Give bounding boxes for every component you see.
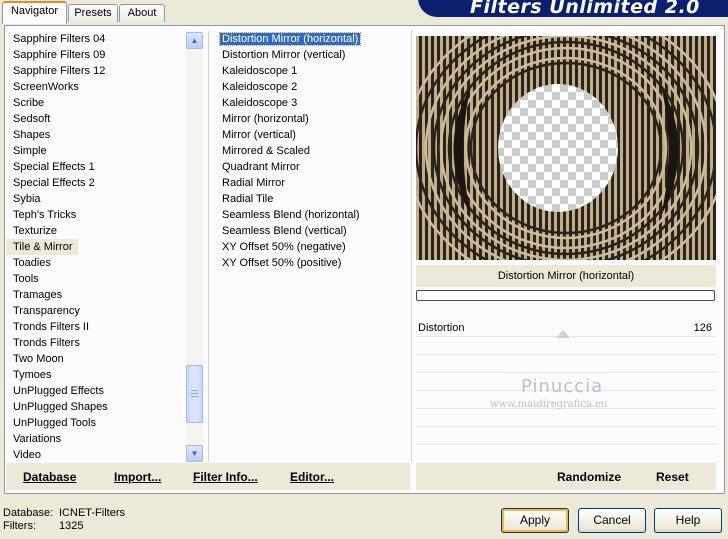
status-database-value: ICNET-Filters <box>59 507 125 519</box>
param-row-empty <box>416 428 716 445</box>
list-item[interactable]: Toadies <box>6 255 186 271</box>
scroll-down-button[interactable]: ▼ <box>186 445 203 462</box>
list-item[interactable]: Sapphire Filters 12 <box>6 63 186 79</box>
list-item[interactable]: Mirrored & Scaled <box>214 143 409 159</box>
status-filters-value: 1325 <box>59 520 84 532</box>
list-item[interactable]: Two Moon <box>6 351 186 367</box>
list-item[interactable]: UnPlugged Tools <box>6 415 186 431</box>
list-item[interactable]: Special Effects 2 <box>6 175 186 191</box>
param-label: Distortion <box>418 322 465 334</box>
status-database: Database: ICNET-Filters <box>3 507 125 519</box>
divider <box>208 31 209 462</box>
list-item[interactable]: Teph's Tricks <box>6 207 186 223</box>
filter-info-link[interactable]: Filter Info... <box>193 470 258 484</box>
list-item[interactable]: Variations <box>6 431 186 447</box>
grip-line <box>191 390 198 391</box>
list-item-selected[interactable]: Distortion Mirror (horizontal) <box>214 31 409 47</box>
category-list[interactable]: Sapphire Filters 04 Sapphire Filters 09 … <box>6 31 186 462</box>
list-item[interactable]: Scribe <box>6 95 186 111</box>
list-item[interactable]: Radial Tile <box>214 191 409 207</box>
list-item[interactable]: Kaleidoscope 2 <box>214 79 409 95</box>
distortion-preview-graphic <box>416 36 716 260</box>
list-item[interactable]: Sybia <box>6 191 186 207</box>
database-link[interactable]: Database <box>23 470 76 484</box>
list-item[interactable]: Kaleidoscope 1 <box>214 63 409 79</box>
list-item[interactable]: Tronds Filters II <box>6 319 186 335</box>
list-item[interactable]: Sapphire Filters 09 <box>6 47 186 63</box>
list-item[interactable]: Quadrant Mirror <box>214 159 409 175</box>
link-bar: Database Import... Filter Info... Editor… <box>6 463 410 490</box>
randomize-button[interactable]: Randomize <box>557 470 621 484</box>
help-button[interactable]: Help <box>654 508 722 533</box>
slider-arrow-icon[interactable] <box>556 330 570 338</box>
list-item[interactable]: Texturize <box>6 223 186 239</box>
list-item[interactable]: Mirror (vertical) <box>214 127 409 143</box>
param-row-empty <box>416 356 716 373</box>
status-database-label: Database: <box>3 507 54 519</box>
category-scrollbar[interactable]: ▲ ▼ <box>186 31 203 462</box>
list-item[interactable]: Simple <box>6 143 186 159</box>
preview-image <box>416 36 716 260</box>
list-item[interactable]: Tymoes <box>6 367 186 383</box>
param-value: 126 <box>693 322 712 334</box>
tab-navigator[interactable]: Navigator <box>2 1 67 24</box>
editor-link[interactable]: Editor... <box>290 470 334 484</box>
filter-list[interactable]: Distortion Mirror (horizontal) Distortio… <box>214 31 409 462</box>
import-link[interactable]: Import... <box>114 470 161 484</box>
list-item[interactable]: Video <box>6 447 186 462</box>
list-item-selected[interactable]: Tile & Mirror <box>6 239 79 255</box>
list-item[interactable]: Distortion Mirror (vertical) <box>214 47 409 63</box>
scroll-up-button[interactable]: ▲ <box>186 32 203 49</box>
status-filters-label: Filters: <box>3 520 36 532</box>
list-item[interactable]: Seamless Blend (horizontal) <box>214 207 409 223</box>
tab-presets[interactable]: Presets <box>68 4 118 22</box>
filter-label: Distortion Mirror (horizontal) <box>218 32 362 46</box>
list-item[interactable]: Seamless Blend (vertical) <box>214 223 409 239</box>
scroll-thumb[interactable] <box>186 365 203 423</box>
list-item[interactable]: Mirror (horizontal) <box>214 111 409 127</box>
list-item[interactable]: XY Offset 50% (positive) <box>214 255 409 271</box>
list-item[interactable]: Kaleidoscope 3 <box>214 95 409 111</box>
divider <box>411 31 412 462</box>
list-item[interactable]: Special Effects 1 <box>6 159 186 175</box>
list-item[interactable]: Sedsoft <box>6 111 186 127</box>
list-item[interactable]: Shapes <box>6 127 186 143</box>
tab-about[interactable]: About <box>119 4 165 22</box>
status-filters: Filters: 1325 <box>3 520 83 532</box>
list-item[interactable]: Tronds Filters <box>6 335 186 351</box>
list-item[interactable]: ScreenWorks <box>6 79 186 95</box>
watermark-url: www.maidiregrafica.eu <box>490 399 608 410</box>
list-item[interactable]: UnPlugged Effects <box>6 383 186 399</box>
filter-name-label: Distortion Mirror (horizontal) <box>416 265 716 287</box>
app-title: Filters Unlimited 2.0 <box>470 0 700 18</box>
list-item[interactable]: UnPlugged Shapes <box>6 399 186 415</box>
action-bar: Randomize Reset <box>416 463 716 490</box>
cancel-button[interactable]: Cancel <box>578 508 646 533</box>
param-row-empty <box>416 338 716 355</box>
watermark-name: Pinuccia <box>521 376 604 397</box>
grip-line <box>191 396 198 397</box>
list-item[interactable]: XY Offset 50% (negative) <box>214 239 409 255</box>
list-item[interactable]: Radial Mirror <box>214 175 409 191</box>
list-item[interactable]: Tramages <box>6 287 186 303</box>
progress-bar <box>416 290 715 301</box>
reset-button[interactable]: Reset <box>656 470 689 484</box>
list-item[interactable]: Transparency <box>6 303 186 319</box>
list-item[interactable]: Sapphire Filters 04 <box>6 31 186 47</box>
param-row-empty <box>416 410 716 427</box>
list-item[interactable]: Tools <box>6 271 186 287</box>
grip-line <box>191 393 198 394</box>
apply-button[interactable]: Apply <box>501 508 569 533</box>
